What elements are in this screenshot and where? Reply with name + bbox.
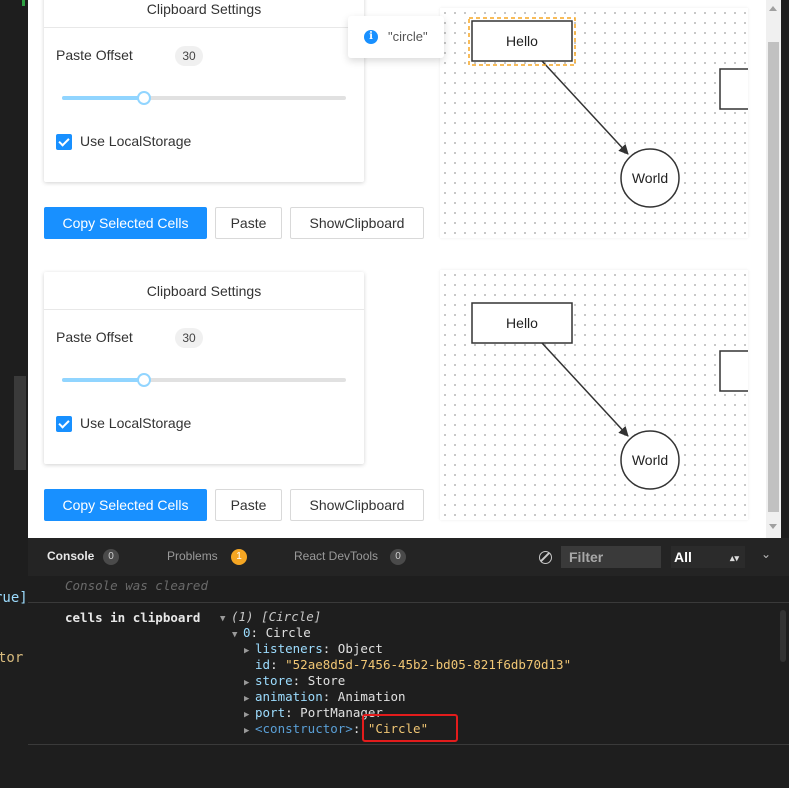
edge-arrow[interactable] [541, 342, 629, 437]
paste-offset-value: 30 [175, 46, 203, 66]
scroll-down-arrow-icon[interactable] [769, 524, 777, 529]
hello-node-label: Hello [506, 315, 538, 331]
clipboard-settings-card: Clipboard Settings Paste Offset 30 Use L… [44, 0, 364, 182]
annotation-highlight-box [362, 714, 458, 742]
scrollbar-thumb[interactable] [768, 42, 779, 512]
world-node-label: World [632, 452, 668, 468]
log-level-value: All [674, 549, 692, 565]
tree-prop: id: "52ae8d5d-7456-45b2-bd05-821f6db70d1… [255, 657, 572, 672]
tab-react-devtools[interactable]: React DevTools [294, 549, 378, 563]
tab-react-devtools-count: 0 [390, 549, 406, 565]
console-scrollbar[interactable] [780, 610, 786, 662]
show-clipboard-button[interactable]: ShowClipboard [290, 489, 424, 521]
code-fragment: rue] [0, 590, 28, 606]
copy-selected-cells-button[interactable]: Copy Selected Cells [44, 207, 207, 239]
paste-offset-label: Paste Offset [56, 329, 133, 345]
message-toast: i "circle" [348, 16, 444, 58]
slider-track-fill [62, 96, 144, 100]
tab-console[interactable]: Console [47, 549, 94, 563]
clear-console-icon[interactable] [539, 551, 552, 564]
log-level-select[interactable]: All ▴▾ [671, 546, 745, 568]
use-localstorage-checkbox[interactable] [56, 134, 72, 150]
paste-button[interactable]: Paste [215, 489, 282, 521]
paste-offset-slider[interactable] [62, 91, 346, 105]
slider-handle[interactable] [137, 91, 151, 105]
git-change-marker [22, 0, 25, 6]
window-edge [781, 0, 789, 538]
tree-prop[interactable]: ▶ animation: Animation [220, 689, 571, 705]
select-arrows-icon: ▴▾ [729, 553, 739, 563]
slider-track-fill [62, 378, 144, 382]
tree-prop[interactable]: ▶ store: Store [220, 673, 571, 689]
scroll-up-arrow-icon[interactable] [769, 6, 777, 11]
app-preview: Clipboard Settings Paste Offset 30 Use L… [28, 0, 766, 538]
log-message: cells in clipboard [65, 610, 201, 625]
code-fragment: tor [0, 650, 24, 666]
copy-selected-cells-button[interactable]: Copy Selected Cells [44, 489, 207, 521]
tree-item[interactable]: ▼ 0: Circle [220, 625, 571, 641]
use-localstorage-label[interactable]: Use LocalStorage [80, 133, 191, 149]
card-title: Clipboard Settings [44, 0, 364, 28]
info-icon: i [364, 30, 378, 44]
world-node-label: World [632, 170, 668, 186]
filter-input[interactable] [561, 546, 661, 568]
chevron-down-icon[interactable]: ⌄ [761, 547, 771, 561]
tab-console-count: 0 [103, 549, 119, 565]
paste-offset-label: Paste Offset [56, 47, 133, 63]
graph-canvas[interactable]: Hello World [440, 270, 748, 520]
log-separator [28, 744, 789, 745]
expand-triangle-icon[interactable]: ▶ [244, 723, 255, 739]
toast-text: "circle" [388, 29, 428, 44]
card-title: Clipboard Settings [44, 272, 364, 310]
edge-arrow[interactable] [541, 60, 629, 155]
console-cleared-message: Console was cleared [65, 578, 208, 593]
console-tab-bar: Console 0 Problems 1 React DevTools 0 Al… [28, 538, 789, 576]
preview-scrollbar[interactable] [766, 0, 781, 538]
editor-scroll-region [14, 376, 26, 470]
paste-button[interactable]: Paste [215, 207, 282, 239]
editor-gutter: rue] tor [0, 0, 28, 788]
show-clipboard-button[interactable]: ShowClipboard [290, 207, 424, 239]
tree-prop[interactable]: ▶ listeners: Object [220, 641, 571, 657]
clipboard-settings-card: Clipboard Settings Paste Offset 30 Use L… [44, 272, 364, 464]
paste-offset-value: 30 [175, 328, 203, 348]
pasted-node[interactable] [719, 350, 748, 392]
graph-canvas[interactable]: Hello World [440, 8, 748, 238]
use-localstorage-checkbox[interactable] [56, 416, 72, 432]
tab-problems[interactable]: Problems [167, 549, 218, 563]
tree-root[interactable]: ▼ (1) [Circle] [220, 609, 571, 625]
paste-offset-slider[interactable] [62, 373, 346, 387]
log-separator [28, 602, 789, 603]
pasted-node[interactable] [719, 68, 748, 110]
slider-handle[interactable] [137, 373, 151, 387]
devtools-console: Console 0 Problems 1 React DevTools 0 Al… [28, 538, 789, 788]
use-localstorage-label[interactable]: Use LocalStorage [80, 415, 191, 431]
hello-node-label: Hello [506, 33, 538, 49]
tab-problems-count: 1 [231, 549, 247, 565]
